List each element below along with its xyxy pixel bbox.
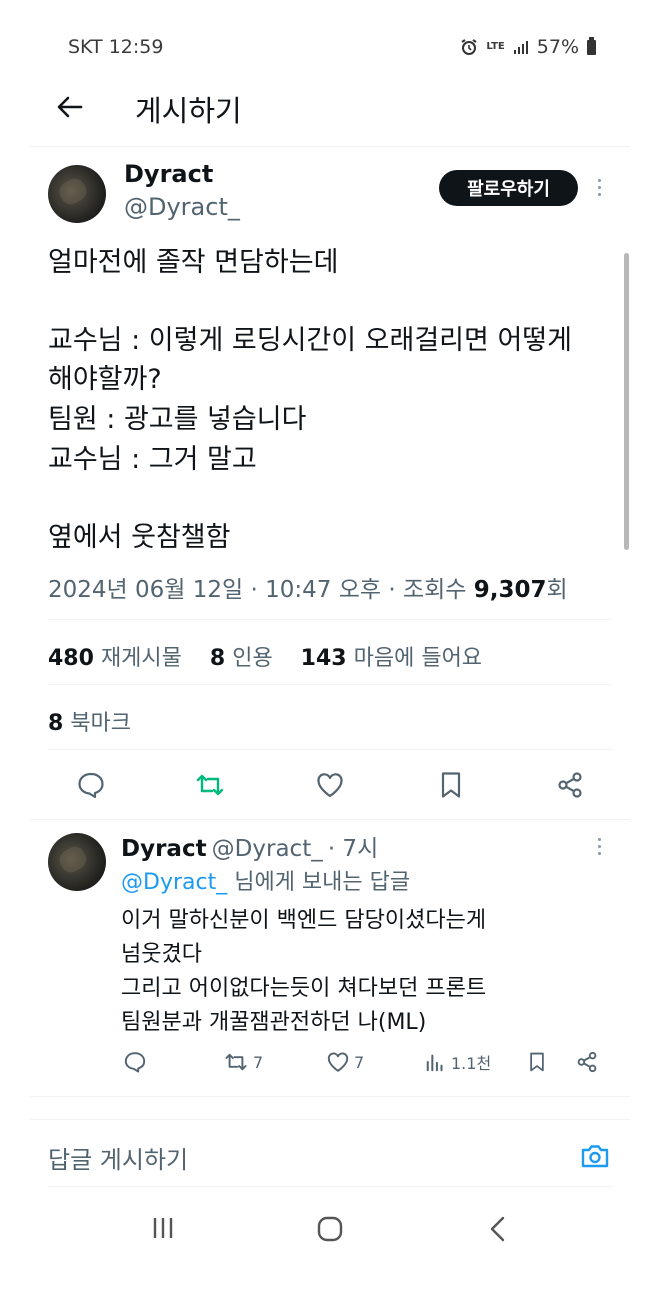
carrier-time: SKT 12:59 <box>68 36 164 58</box>
reply-text-line: 팀원분과 개꿀잼관전하던 나(ML) <box>121 1010 427 1035</box>
view-count: 9,307 <box>473 577 547 603</box>
divider <box>30 1119 630 1120</box>
reply-text-line: 넘웃겼다 <box>121 942 202 967</box>
divider <box>30 819 630 820</box>
post-text-line: 팀원 : 광고를 넣습니다 <box>48 404 307 435</box>
share-icon[interactable] <box>555 770 585 800</box>
signal-icon <box>513 41 528 54</box>
follow-button[interactable]: 팔로우하기 <box>439 170 578 206</box>
like-icon[interactable] <box>315 770 345 800</box>
post-text-line: 교수님 : 이렇게 로딩시간이 오래걸리면 어떻게 <box>48 325 572 356</box>
divider <box>48 749 612 750</box>
avatar[interactable] <box>48 165 106 223</box>
home-icon[interactable] <box>316 1215 344 1243</box>
likes-stat[interactable]: 143 마음에 들어요 <box>301 646 482 671</box>
reply-author-name[interactable]: Dyract <box>121 836 207 862</box>
reply-text-line: 그리고 어이없다는듯이 쳐다보던 프론트 <box>121 976 487 1001</box>
reply-views-count: 1.1천 <box>451 1054 492 1073</box>
bookmark-icon[interactable] <box>436 770 466 800</box>
reply-bookmark-icon[interactable] <box>526 1050 548 1074</box>
view-count-suffix: 회 <box>546 577 568 603</box>
system-nav-bar <box>0 1195 660 1265</box>
retweet-icon[interactable] <box>195 770 225 800</box>
status-icons: LTE 57% <box>460 36 596 58</box>
reply-retweet-button[interactable]: 7 <box>223 1050 263 1074</box>
reply-reply-icon[interactable] <box>123 1050 147 1074</box>
post-text-line: 해야할까? <box>48 364 162 395</box>
reply-author-handle[interactable]: @Dyract_ <box>212 836 323 862</box>
reply-views-button[interactable]: 1.1천 <box>425 1050 491 1074</box>
post-datetime: 2024년 06월 12일 · 10:47 오후 · 조회수 <box>48 577 474 603</box>
header-divider <box>30 146 630 147</box>
reply-text-line: 이거 말하신분이 백엔드 담당이셨다는게 <box>121 908 487 933</box>
more-options-icon[interactable] <box>598 179 601 196</box>
author-name[interactable]: Dyract <box>124 160 213 188</box>
divider <box>48 684 612 685</box>
bookmarks-stat[interactable]: 8 북마크 <box>48 705 131 737</box>
reply-avatar[interactable] <box>48 833 106 891</box>
replying-to-suffix: 님에게 보내는 답글 <box>234 870 411 895</box>
post-text-line: 옆에서 웃참챌함 <box>48 522 231 553</box>
header: 게시하기 <box>0 84 660 132</box>
reply-retweet-count: 7 <box>253 1052 264 1072</box>
post-text-line: 얼마전에 졸작 면담하는데 <box>48 247 339 278</box>
retweets-stat[interactable]: 480 재게시물 <box>48 646 182 671</box>
reply-compose-input[interactable]: 답글 게시하기 <box>48 1140 188 1175</box>
reply-like-count: 7 <box>354 1052 365 1072</box>
arrow-left-icon[interactable] <box>55 92 85 122</box>
replying-to: @Dyract_ 님에게 보내는 답글 <box>121 864 410 896</box>
network-label: LTE <box>486 41 505 52</box>
author-handle[interactable]: @Dyract_ <box>124 193 240 221</box>
reply-retweet-icon <box>225 1053 247 1071</box>
reply-header: Dyract @Dyract_ · 7시 <box>121 829 378 863</box>
reply-like-icon <box>327 1052 349 1072</box>
post-stats: 480 재게시물 8 인용 143 마음에 들어요 <box>48 640 482 672</box>
recent-apps-icon[interactable] <box>150 1215 176 1241</box>
views-icon <box>426 1054 443 1072</box>
reply-more-options-icon[interactable] <box>598 838 601 855</box>
battery-percent: 57% <box>536 36 579 58</box>
page-title: 게시하기 <box>135 94 242 128</box>
reply-share-icon[interactable] <box>575 1050 599 1074</box>
camera-icon[interactable] <box>579 1140 611 1172</box>
post-text-line: 교수님 : 그거 말고 <box>48 444 257 475</box>
replying-to-handle[interactable]: @Dyract_ <box>121 870 227 895</box>
scrollbar[interactable] <box>624 253 629 550</box>
quotes-stat[interactable]: 8 인용 <box>210 646 273 671</box>
battery-icon <box>587 36 596 55</box>
reply-like-button[interactable]: 7 <box>326 1050 364 1074</box>
status-bar: SKT 12:59 LTE 57% <box>0 36 660 62</box>
post-meta: 2024년 06월 12일 · 10:47 오후 · 조회수 9,307회 <box>48 570 568 604</box>
reply-icon[interactable] <box>76 770 106 800</box>
divider <box>48 619 612 620</box>
alarm-icon <box>461 39 477 55</box>
divider <box>30 1096 630 1097</box>
divider <box>48 1186 612 1187</box>
reply-time: · 7시 <box>327 836 379 862</box>
back-nav-icon[interactable] <box>486 1215 510 1243</box>
